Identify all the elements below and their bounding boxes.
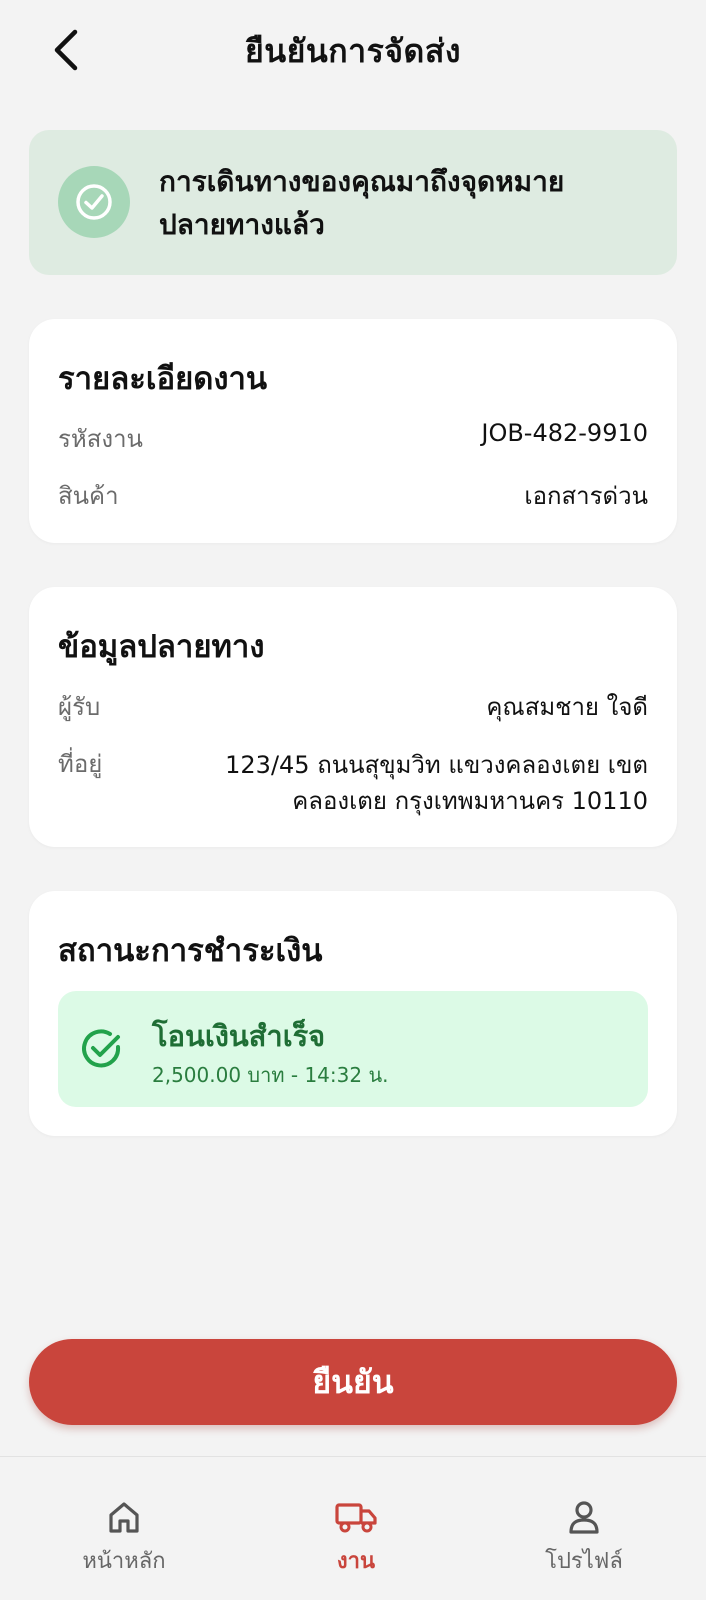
payment-status-card: สถานะการชำระเงิน โอนเงินสำเร็จ 2,500.00 … (29, 891, 677, 1136)
confirm-button[interactable]: ยืนยัน (29, 1339, 677, 1425)
job-details-title: รายละเอียดงาน (58, 361, 268, 397)
destination-title: ข้อมูลปลายทาง (58, 629, 265, 665)
check-circle-icon (80, 1027, 124, 1071)
item-label: สินค้า (58, 482, 119, 510)
payment-status-text: โอนเงินสำเร็จ (152, 1019, 326, 1053)
destination-card: ข้อมูลปลายทาง ผู้รับ คุณสมชาย ใจดี ที่อย… (29, 587, 677, 847)
nav-item-profile[interactable]: โปรไฟล์ (504, 1497, 664, 1578)
address-value: 123/45 ถนนสุขุมวิท แขวงคลองเตย เขตคลองเต… (225, 751, 648, 815)
job-details-card: รายละเอียดงาน รหัสงาน JOB-482-9910 สินค้… (29, 319, 677, 543)
job-id-value: JOB-482-9910 (481, 419, 648, 447)
recipient-label: ผู้รับ (58, 693, 101, 721)
arrival-message: การเดินทางของคุณมาถึงจุดหมายปลายทางแล้ว (159, 165, 565, 241)
job-id-label: รหัสงาน (58, 425, 143, 453)
check-circle-icon (58, 166, 130, 238)
home-icon (44, 1497, 204, 1537)
payment-status-box: โอนเงินสำเร็จ 2,500.00 บาท - 14:32 น. (58, 991, 648, 1107)
page-title: ยืนยันการจัดส่ง (245, 32, 461, 70)
user-icon (504, 1497, 664, 1537)
nav-label-jobs: งาน (336, 1549, 376, 1574)
delivery-confirmation-screen: ยืนยันการจัดส่ง การเดินทางของคุณมาถึงจุด… (0, 0, 706, 1600)
nav-label-home: หน้าหลัก (82, 1549, 166, 1574)
payment-status-title: สถานะการชำระเงิน (58, 933, 323, 969)
nav-item-jobs[interactable]: งาน (276, 1497, 436, 1578)
truck-icon (276, 1497, 436, 1537)
nav-item-home[interactable]: หน้าหลัก (44, 1497, 204, 1578)
recipient-value: คุณสมชาย ใจดี (486, 693, 648, 721)
arrival-banner: การเดินทางของคุณมาถึงจุดหมายปลายทางแล้ว (29, 130, 677, 275)
address-label: ที่อยู่ (58, 750, 103, 778)
bottom-nav: หน้าหลัก งาน โปรไฟล์ (0, 1456, 706, 1600)
payment-detail: 2,500.00 บาท - 14:32 น. (152, 1063, 389, 1087)
item-value: เอกสารด่วน (524, 482, 648, 510)
header: ยืนยันการจัดส่ง (0, 0, 706, 104)
nav-label-profile: โปรไฟล์ (545, 1549, 623, 1574)
